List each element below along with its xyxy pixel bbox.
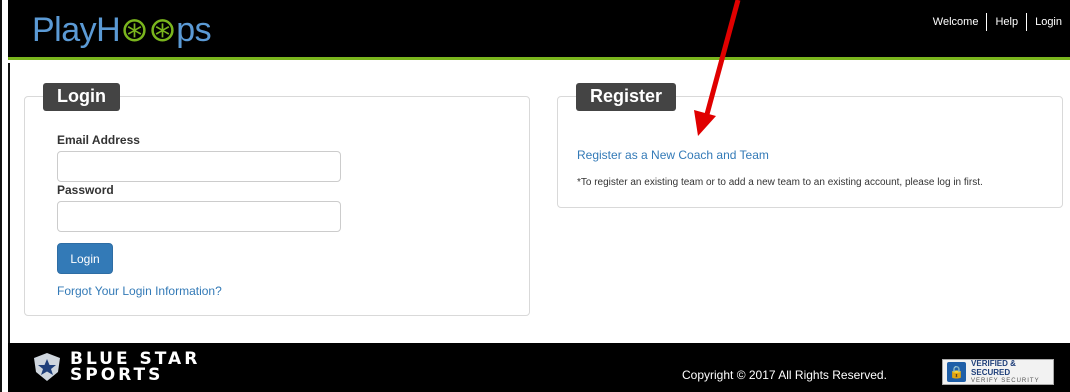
star-shield-icon: [34, 353, 60, 381]
login-panel: Login Email Address Password Login Forgo…: [24, 83, 530, 316]
logo-text-play: Play: [32, 11, 97, 49]
brand-text: BLUE STAR SPORTS: [70, 351, 200, 385]
badge-line2: VERIFY SECURITY: [971, 377, 1040, 384]
badge-line1: VERIFIED & SECURED: [971, 358, 1016, 377]
logo-text-h: H: [96, 11, 121, 49]
login-panel-title: Login: [43, 83, 120, 111]
nav-login[interactable]: Login: [1027, 16, 1070, 28]
playhoops-logo[interactable]: PlayH⊛⊛ps: [32, 10, 212, 50]
email-field[interactable]: [57, 151, 341, 182]
top-nav: Welcome Help Login: [925, 13, 1070, 31]
lock-icon: 🔒: [947, 362, 967, 382]
site-header: PlayH⊛⊛ps Welcome Help Login: [8, 0, 1070, 60]
register-panel: Register Register as a New Coach and Tea…: [557, 83, 1063, 208]
forgot-login-link[interactable]: Forgot Your Login Information?: [57, 284, 222, 298]
badge-text: VERIFIED & SECURED VERIFY SECURITY: [971, 359, 1053, 386]
basketball-icon: ⊛⊛: [120, 11, 177, 49]
content-left-border: [8, 63, 10, 343]
email-label: Email Address: [57, 133, 140, 147]
brand-line2: SPORTS: [70, 365, 164, 385]
register-note: *To register an existing team or to add …: [577, 177, 983, 188]
login-button[interactable]: Login: [57, 243, 113, 274]
blue-star-sports-logo[interactable]: BLUE STAR SPORTS: [32, 351, 200, 385]
copyright-text: Copyright © 2017 All Rights Reserved.: [682, 368, 887, 382]
annotation-arrow-icon: [694, 0, 741, 136]
nav-help[interactable]: Help: [987, 16, 1026, 28]
register-new-coach-link[interactable]: Register as a New Coach and Team: [577, 148, 769, 162]
logo-text-ps: ps: [176, 11, 212, 49]
register-panel-title: Register: [576, 83, 677, 111]
password-label: Password: [57, 183, 114, 197]
site-footer: BLUE STAR SPORTS Copyright © 2017 All Ri…: [8, 343, 1070, 392]
nav-welcome[interactable]: Welcome: [925, 16, 987, 28]
password-field[interactable]: [57, 201, 341, 232]
security-badge[interactable]: 🔒 VERIFIED & SECURED VERIFY SECURITY: [942, 359, 1054, 385]
